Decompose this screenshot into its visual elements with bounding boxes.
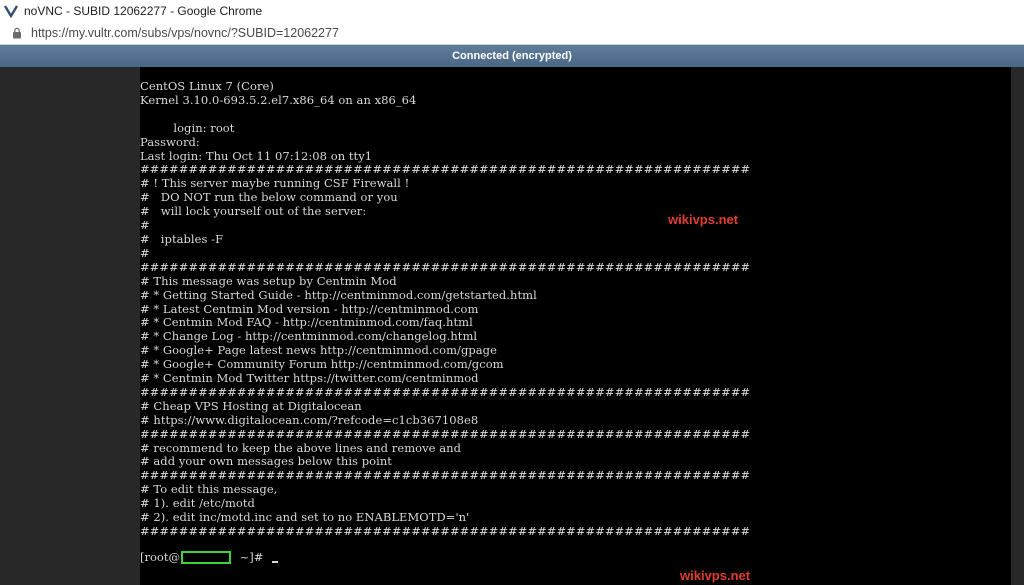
- vnc-status-bar: Connected (encrypted): [0, 45, 1024, 68]
- hostname-redaction-box: [180, 550, 231, 564]
- address-bar[interactable]: https://my.vultr.com/subs/vps/novnc/?SUB…: [0, 22, 1024, 45]
- browser-title-bar: noVNC - SUBID 12062277 - Google Chrome: [0, 0, 1024, 23]
- novnc-logo-icon: [4, 5, 18, 18]
- prompt-prefix: [root@: [140, 550, 180, 564]
- shell-prompt[interactable]: [root@ ~]#: [140, 550, 279, 564]
- connection-status: Connected (encrypted): [452, 50, 572, 62]
- window-title: noVNC - SUBID 12062277 - Google Chrome: [24, 4, 263, 18]
- terminal-output: CentOS Linux 7 (Core) Kernel 3.10.0-693.…: [140, 79, 751, 538]
- right-gutter: [1011, 67, 1024, 585]
- watermark-text: wikivps.net: [680, 568, 751, 583]
- prompt-suffix: ~]#: [235, 550, 268, 564]
- terminal-screen[interactable]: CentOS Linux 7 (Core) Kernel 3.10.0-693.…: [140, 67, 1011, 585]
- lock-icon[interactable]: [11, 27, 23, 39]
- text-cursor: [272, 561, 279, 563]
- left-gutter: [0, 67, 140, 585]
- watermark-text: wikivps.net: [668, 212, 739, 227]
- url-text[interactable]: https://my.vultr.com/subs/vps/novnc/?SUB…: [31, 26, 339, 40]
